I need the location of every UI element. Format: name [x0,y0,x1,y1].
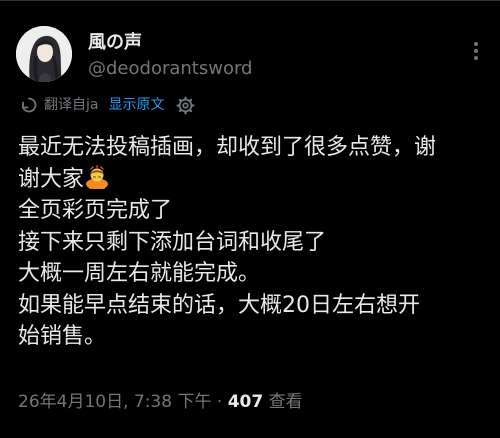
tweet-line: 接下来只剩下添加台词和收尾了 [18,229,327,255]
bowing-person-emoji [86,164,109,189]
tweet-text: 最近无法投稿插画，却收到了很多点赞，谢 谢大家 全页彩页完成了 接下来只剩下添加… [18,132,488,353]
views-count[interactable]: 407 [228,392,264,412]
translate-icon [21,97,37,113]
tweet-line: 如果能早点结束的话，大概20日左右想开 [18,292,420,318]
avatar-image [16,26,72,82]
views-label: 查看 [263,392,303,412]
tweet-line: 始销售。 [18,324,107,349]
avatar[interactable] [16,26,72,82]
meta-separator: · [211,392,228,412]
tweet-meta: 26年4月10日, 7:38 下午 · 407 查看 [18,388,303,416]
gear-icon[interactable] [176,96,195,115]
more-options-icon[interactable] [466,40,486,64]
show-original-link[interactable]: 显示原文 [108,94,164,116]
author-handle[interactable]: @deodorantsword [88,58,252,80]
translated-from-label: 翻译自ja [44,97,99,113]
tweet-line: 大概一周左右就能完成。 [18,261,261,286]
tweet-line: 全页彩页完成了 [18,198,173,223]
translation-bar: 翻译自ja 显示原文 [20,94,195,116]
author-display-name[interactable]: 風の声 [88,32,142,54]
timestamp-link[interactable]: 26年4月10日, 7:38 下午 [18,392,211,412]
tweet-line: 最近无法投稿插画，却收到了很多点赞，谢 [18,135,437,160]
top-divider [0,0,500,1]
tweet-line-with-emoji: 谢大家 [18,164,488,196]
tweet-line: 谢大家 [18,166,85,192]
tweet-header: 風の声 @deodorantsword [16,26,486,86]
